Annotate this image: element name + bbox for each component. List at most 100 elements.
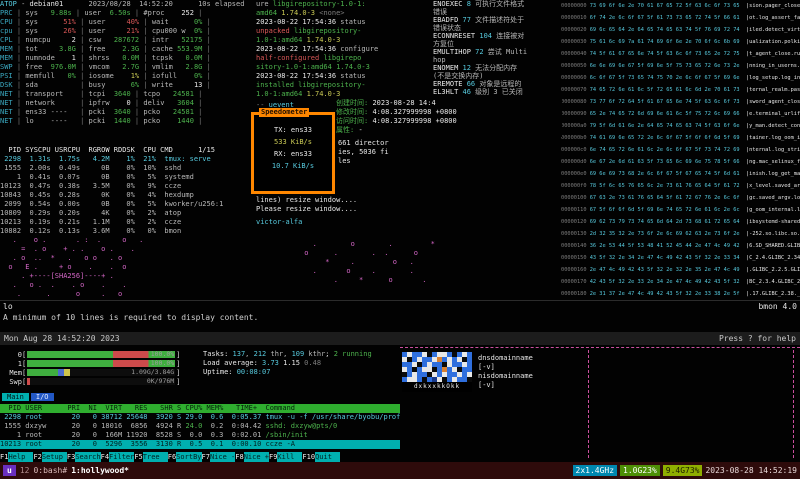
cpu1-track: 100.0% bbox=[27, 360, 176, 367]
terminal-line: ENOEXEC 8 可执行文件格式 bbox=[433, 0, 525, 8]
terminal-line: 00000060 6c 6f 67 5f 73 65 74 75 70 2e 6… bbox=[561, 75, 800, 81]
terminal-line: 000000a0 79 5f 6d 61 6e 2e 64 65 74 65 6… bbox=[561, 123, 800, 129]
bmon-help-hint: Press ? for help bbox=[718, 334, 796, 343]
fkey-f5[interactable]: F5 bbox=[134, 453, 142, 461]
terminal-line: EL3HLT 46 级别 3 已关闭 bbox=[433, 88, 523, 96]
terminal-line: NET | transport | tcpi 3640 | tcpo 24581… bbox=[0, 90, 203, 98]
bmon-header: lo bmon 4.0 bbox=[0, 301, 800, 312]
fkey-f7[interactable]: F7 bbox=[202, 453, 210, 461]
fkey-f6[interactable]: F6 bbox=[168, 453, 176, 461]
terminal-line: CPL | numcpu 2 | csw 287672 | intr 52175… bbox=[0, 36, 211, 44]
terminal-line: [-v] bbox=[478, 363, 495, 371]
fkey-f9[interactable]: F9 bbox=[269, 453, 277, 461]
fkey-f10[interactable]: F10 bbox=[302, 453, 315, 461]
fkey-label[interactable]: Quit bbox=[315, 452, 341, 462]
fkey-f1[interactable]: F1 bbox=[0, 453, 8, 461]
hexdump-pane: 00000000 73 69 6f 6e 2e 70 61 67 65 72 5… bbox=[561, 0, 800, 300]
terminal-line: MEM | tot 3.8G | free 2.3G | cache 553.9… bbox=[0, 45, 211, 53]
terminal-line: 000000f0 78 5f 6c 65 76 65 6c 2e 73 61 7… bbox=[561, 183, 800, 189]
fkey-label[interactable]: Nice - bbox=[209, 452, 236, 462]
status-bar: u 12 0:bash# 1:hollywood* 2x1.4GHz 1.0G2… bbox=[0, 462, 800, 479]
cpu-freq-indicator: 2x1.4GHz bbox=[572, 465, 618, 476]
fkey-label[interactable]: Nice + bbox=[243, 452, 269, 462]
terminal-line: installed libgirepository- bbox=[256, 81, 366, 89]
terminal-line: 00000000 73 69 6f 6e 2e 70 61 67 65 72 5… bbox=[561, 3, 800, 9]
window-tab-bash[interactable]: 0:bash# bbox=[33, 466, 67, 475]
terminal-line: CPU | sys 51% | user 40% | wait 0% | bbox=[0, 18, 211, 26]
terminal-line: EMULTIHOP 72 尝试 Multi bbox=[433, 48, 528, 56]
terminal-line: ECONNRESET 104 连接被对 bbox=[433, 32, 525, 40]
htop-meters: 0[ 100.0%] 1[ 100.0%] Mem[ 1.09G/3.84G] … bbox=[2, 350, 198, 390]
terminal-line: cpu | sys 26% | user 21% | cpu000 w 0% | bbox=[0, 27, 211, 35]
qr-caption: dxkxxkkOkk bbox=[402, 382, 472, 392]
rx-value: 10.7 KiB/s bbox=[271, 162, 315, 170]
bmon-statusline: Mon Aug 28 14:52:20 2023 Press ? for hel… bbox=[0, 332, 800, 345]
fkey-label[interactable]: Help bbox=[8, 452, 34, 462]
terminal-line: les bbox=[338, 157, 351, 165]
cpu0-label: 0 bbox=[17, 350, 22, 359]
swp-track: 0K/976M bbox=[27, 377, 176, 385]
phonetic-word: victor-alfa bbox=[256, 218, 336, 228]
swp-fill bbox=[27, 378, 31, 385]
terminal-line: 00000100 67 63 2e 73 61 76 65 64 5f 61 7… bbox=[561, 195, 800, 201]
terminal-line: * . o . bbox=[300, 258, 414, 266]
fkey-label[interactable]: Setup bbox=[41, 452, 67, 462]
fkey-label[interactable]: SortBy bbox=[176, 452, 202, 462]
terminal-line: 00000040 74 5f 61 67 65 6e 74 5f 63 6c 6… bbox=[561, 51, 800, 57]
terminal-screen: ATOP - debian01 2023/08/28 14:52:20 10s … bbox=[0, 0, 800, 479]
terminal-line: Load average: 3.73 1.15 0.48 bbox=[203, 359, 322, 367]
terminal-line: 00000150 43 5f 32 2e 34 2e 47 4c 49 42 4… bbox=[561, 255, 800, 261]
terminal-line: 2023-08-22 17:54:36 configure bbox=[256, 45, 379, 53]
terminal-line: victor-alfa bbox=[256, 218, 303, 226]
terminal-line: PSI | memfull 0% | iosome 1% | iofull 0%… bbox=[0, 72, 211, 80]
terminal-line: ure libgirepository-1.0-1: bbox=[256, 0, 366, 8]
terminal-line: 错误 bbox=[433, 8, 447, 16]
fkey-f4[interactable]: F4 bbox=[101, 453, 109, 461]
window-tab-hollywood[interactable]: 1:hollywood* bbox=[71, 466, 129, 475]
terminal-line: 00000130 2d 32 35 32 2e 73 6f 2e 6c 69 6… bbox=[561, 231, 800, 237]
apt-log-pane: ure libgirepository-1.0-1: amd64 1.74.0-3… bbox=[256, 0, 433, 100]
tab-main[interactable]: Main bbox=[2, 393, 29, 401]
terminal-line: o E . + o . . o bbox=[0, 263, 127, 271]
terminal-line: 00000140 36 2e 53 44 5f 53 48 41 52 45 4… bbox=[561, 243, 800, 249]
fkey-label[interactable]: Tree bbox=[142, 452, 168, 462]
terminal-line: 错误状态 bbox=[433, 24, 461, 32]
terminal-line: 1555 2.00s 0.49s 0B 0% 10% sshd bbox=[0, 164, 182, 172]
terminal-line: amd64 1.74.0-3 <none> bbox=[256, 9, 345, 17]
swp-label: Swp bbox=[9, 377, 22, 386]
terminal-line: 1555 dxzyw 20 0 18016 6856 4924 R 24.0 0… bbox=[0, 422, 338, 430]
terminal-line: MEM | numnode 1 | shrss 0.0M | tcpsk 0.0… bbox=[0, 54, 211, 62]
terminal-line: ENOMEM 12 无法分配内存 bbox=[433, 64, 518, 72]
bmon-version: bmon 4.0 bbox=[758, 302, 797, 311]
fkey-f2[interactable]: F2 bbox=[33, 453, 41, 461]
mem-label: Mem bbox=[9, 368, 22, 377]
bmon-interface[interactable]: lo bbox=[3, 301, 13, 312]
cpu-meter-0: 0[ 100.0%] bbox=[2, 350, 198, 359]
fkey-label[interactable]: Filter bbox=[109, 452, 135, 462]
tx-value: 533 KiB/s bbox=[274, 138, 312, 146]
pane-border-vertical-1 bbox=[588, 350, 589, 458]
terminal-line: PRC | sys 9.88s | user 6.50s | #proc 252… bbox=[0, 9, 203, 17]
terminal-line: 2298 root 20 0 38712 25648 3920 S 29.0 0… bbox=[0, 413, 400, 421]
terminal-line: 00000070 74 65 72 6e 61 6c 5f 72 65 61 6… bbox=[561, 87, 800, 93]
fkey-label[interactable]: Search bbox=[75, 452, 101, 462]
terminal-line: 创建时间: 2023-08-28 14:4 bbox=[336, 99, 436, 107]
terminal-line: 2023-08-22 17:54:36 status bbox=[256, 18, 366, 26]
fkey-f3[interactable]: F3 bbox=[67, 453, 75, 461]
tab-io[interactable]: I/O bbox=[30, 393, 54, 401]
terminal-line: . * o . bbox=[300, 276, 427, 284]
terminal-line: DSK | sda | busy 6% | write 13 | bbox=[0, 81, 211, 89]
disk-indicator: 9.4G73% bbox=[662, 465, 703, 476]
terminal-line: Uptime: 00:08:07 bbox=[203, 368, 271, 376]
terminal-line: 1.0-1:amd64 1.74.0-3 bbox=[256, 36, 341, 44]
terminal-line: EREMOTE 66 对象是远程的 bbox=[433, 80, 522, 88]
swp-value: 0K/976M bbox=[146, 377, 175, 385]
terminal-line: . o . . : . o . bbox=[0, 236, 144, 244]
fkey-label[interactable]: Kill bbox=[277, 452, 303, 462]
terminal-line: unpacked libgirepository- bbox=[256, 27, 362, 35]
terminal-line: 00000020 69 6c 65 64 2e 64 65 74 65 63 7… bbox=[561, 27, 800, 33]
tree-summary: 661 director ies, 5036 fi les bbox=[338, 139, 408, 168]
htop-table-header[interactable]: PID USER PRI NI VIRT RES SHR S CPU% MEM%… bbox=[0, 404, 400, 413]
terminal-line: 1 0.41s 0.07s 0B 0% 5% systemd bbox=[0, 173, 194, 181]
fkey-f8[interactable]: F8 bbox=[235, 453, 243, 461]
